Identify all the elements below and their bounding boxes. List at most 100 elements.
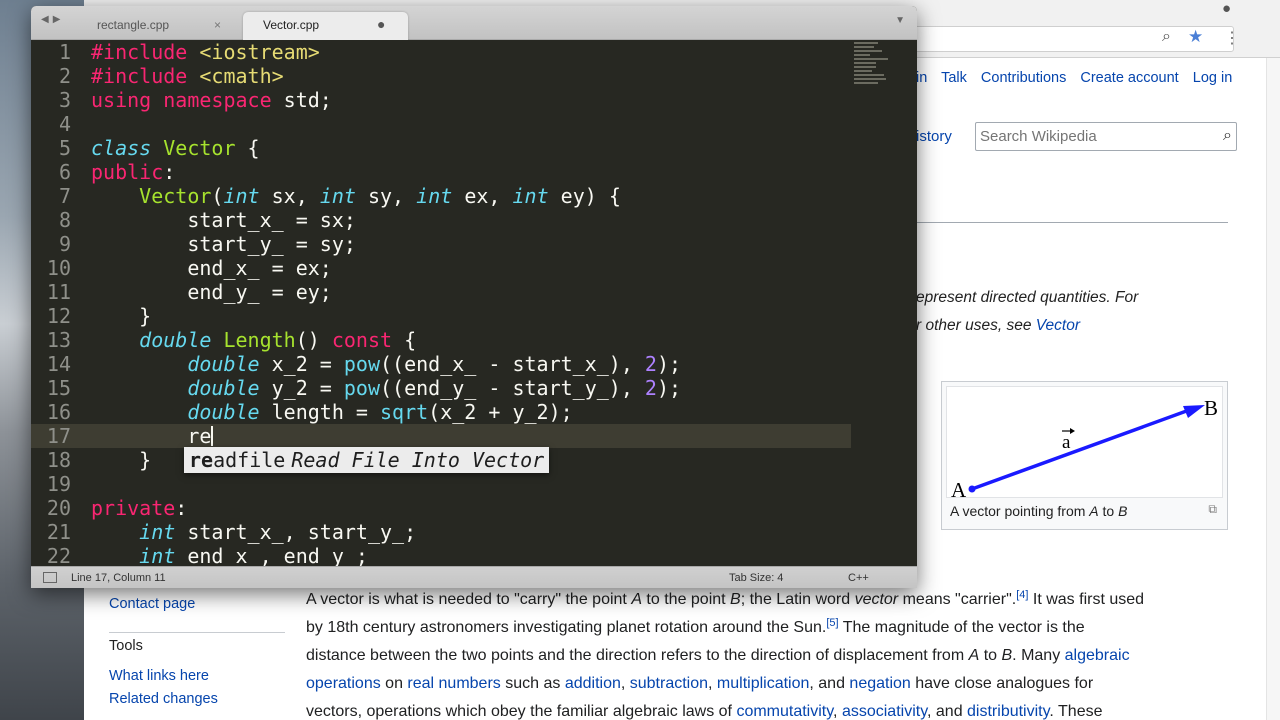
line-number: 20 [46,496,71,520]
code-text: start_y_ = sy; [91,232,356,256]
address-bar[interactable] [904,26,1234,52]
syntax-selector[interactable]: C++ [848,572,869,584]
link-multiplication[interactable]: multiplication [717,675,809,692]
code-token: int [223,184,260,208]
code-line[interactable]: 3 using namespace std; [31,88,851,112]
code-token: <iostream> [187,40,320,64]
code-token: end_x_ = ex; [91,256,332,280]
text: The magnitude of the vector is the [838,619,1085,636]
code-area[interactable]: 1 #include <iostream> 2 #include <cmath> 3 us… [31,40,917,566]
code-token: y_2 = [259,376,344,400]
tab-vector-cpp[interactable]: Vector.cpp ● [243,12,408,40]
line-number: 8 [58,208,71,232]
nav-link-log-in[interactable]: Log in [1193,70,1233,86]
code-line[interactable]: 2 #include <cmath> [31,64,851,88]
tab-nav-arrows-icon[interactable]: ◀▶ [41,14,64,25]
code-text: int start_x_, start_y_; [91,520,416,544]
citation-4[interactable]: [4] [1016,589,1028,601]
text: by 18th century astronomers investigatin… [306,619,827,636]
link-subtraction[interactable]: subtraction [630,675,708,692]
nav-link-partial[interactable]: in [916,70,927,86]
link-operations[interactable]: operations [306,675,381,692]
code-line[interactable]: 15 double y_2 = pow((end_y_ - start_y_),… [31,376,851,400]
code-token: re [91,424,212,448]
link-algebraic[interactable]: algebraic [1065,647,1130,664]
link-negation[interactable]: negation [849,675,910,692]
code-line[interactable]: 5 class Vector { [31,136,851,160]
panel-toggle-icon[interactable] [43,572,57,583]
code-line[interactable]: 16 double length = sqrt(x_2 + y_2); [31,400,851,424]
code-line[interactable]: 9 start_y_ = sy; [31,232,851,256]
nav-link-contributions[interactable]: Contributions [981,70,1066,86]
autocomplete-popup[interactable]: readfile Read File Into Vector [184,447,550,473]
code-line[interactable]: 19 [31,472,851,496]
link-commutativity[interactable]: commutativity [736,703,833,720]
code-token: ex, [452,184,513,208]
code-text: } [91,304,151,328]
unsaved-dot-icon[interactable]: ● [377,16,385,32]
code-line[interactable]: 21 int start_x_, start_y_; [31,520,851,544]
code-line[interactable]: 13 double Length() const { [31,328,851,352]
code-line[interactable]: 12 } [31,304,851,328]
close-icon[interactable]: × [214,18,221,32]
code-token: : [175,496,188,520]
code-line[interactable]: 20 private: [31,496,851,520]
infobox-figure: A B a A vector pointing from A to B ⧉ [941,381,1228,530]
zoom-icon[interactable]: ⌕ [1162,28,1171,46]
code-text: double length = sqrt(x_2 + y_2); [91,400,573,424]
nav-link-create-account[interactable]: Create account [1080,70,1178,86]
code-token: { [235,136,260,160]
link-distributivity[interactable]: distributivity [967,703,1049,720]
tab-rectangle-cpp[interactable]: rectangle.cpp × [77,12,237,40]
vector-diagram[interactable]: A B a [946,386,1223,502]
code-line[interactable]: 7 Vector(int sx, int sy, int ex, int ey)… [31,184,851,208]
search-input[interactable] [976,123,1206,150]
code-token: start_x_ = sx; [91,208,356,232]
code-line[interactable]: 17 re [31,424,851,448]
enlarge-icon[interactable]: ⧉ [1208,502,1217,517]
bookmark-star-icon[interactable]: ★ [1188,27,1203,47]
code-token: (x_2 + y_2); [428,400,573,424]
browser-scrollbar[interactable] [1266,58,1280,720]
sidebar-link-related-changes[interactable]: Related changes [109,691,218,707]
code-line[interactable]: 4 [31,112,851,136]
code-line[interactable]: 10 end_x_ = ex; [31,256,851,280]
link-addition[interactable]: addition [565,675,621,692]
code-line[interactable]: 22 int end_x_, end_y_; [31,544,851,566]
code-line[interactable]: 1 #include <iostream> [31,40,851,64]
text: to [979,647,1002,664]
text: . These [1049,703,1103,720]
minimap[interactable] [854,40,894,100]
code-line[interactable]: 6 public: [31,160,851,184]
code-token: int [139,520,176,544]
tab-view-history[interactable]: istory [916,128,952,145]
code-token: ); [656,376,682,400]
chevron-down-icon[interactable]: ▼ [895,15,905,26]
hatnote-link-vector[interactable]: Vector [1036,317,1080,334]
code-text: Vector(int sx, int sy, int ex, int ey) { [91,184,621,208]
nav-link-talk[interactable]: Talk [941,70,967,86]
link-real-numbers[interactable]: real numbers [407,675,500,692]
tab-size-selector[interactable]: Tab Size: 4 [729,572,783,584]
hatnote-text: r other uses, see [916,317,1036,334]
sidebar-divider [109,632,285,633]
hatnote-line-2: r other uses, see Vector [916,312,1236,340]
search-icon[interactable]: ⌕ [1223,127,1232,145]
link-associativity[interactable]: associativity [842,703,927,720]
code-token: x_2 = [259,352,344,376]
line-number: 22 [46,544,71,566]
line-number: 21 [46,520,71,544]
citation-5[interactable]: [5] [826,617,838,629]
code-line[interactable]: 8 start_x_ = sx; [31,208,851,232]
autocomplete-rest: adfile [213,448,286,472]
hatnote-line-1: epresent directed quantities. For [916,289,1139,306]
profile-icon[interactable]: ● [1222,0,1231,17]
code-token: } [91,448,152,472]
sidebar-link-what-links-here[interactable]: What links here [109,668,209,684]
sidebar-link-contact-page[interactable]: Contact page [109,596,195,612]
code-line[interactable]: 11 end_y_ = ey; [31,280,851,304]
code-token: { [392,328,417,352]
code-line[interactable]: 14 double x_2 = pow((end_x_ - start_x_),… [31,352,851,376]
browser-menu-icon[interactable]: ⋮ [1224,28,1240,48]
